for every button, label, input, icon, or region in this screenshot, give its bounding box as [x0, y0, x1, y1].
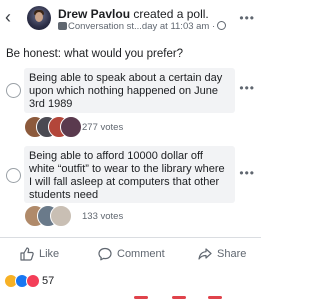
- thumbs-up-icon: [20, 247, 34, 261]
- author-name[interactable]: Drew Pavlou: [58, 7, 130, 21]
- poll-option-2[interactable]: Being able to afford 10000 dollar off wh…: [24, 146, 235, 203]
- group-name[interactable]: Conversation st...: [68, 21, 142, 32]
- post-header: ‹ Drew Pavlou created a poll. Conversati…: [0, 0, 261, 40]
- option-2-more-icon[interactable]: •••: [239, 167, 255, 179]
- divider: [0, 237, 261, 238]
- post-action-text: created a poll.: [130, 7, 209, 21]
- voter-avatar: [60, 116, 82, 138]
- globe-icon: [217, 21, 227, 30]
- comment-label: Comment: [117, 248, 165, 260]
- avatar[interactable]: [27, 6, 51, 30]
- poll-option-1[interactable]: Being able to speak about a certain day …: [24, 68, 235, 113]
- poll-option-1-voters[interactable]: [24, 116, 84, 138]
- comment-icon: [98, 247, 112, 261]
- poll-option-2-voters[interactable]: [24, 205, 76, 227]
- share-label: Share: [217, 248, 247, 260]
- like-button[interactable]: Like: [20, 247, 70, 261]
- next-post-edge: [0, 293, 261, 300]
- reaction-count[interactable]: 57: [42, 275, 54, 287]
- more-options-icon[interactable]: •••: [239, 12, 255, 24]
- love-icon: [26, 274, 40, 288]
- post-title: Drew Pavlou created a poll.: [58, 7, 209, 21]
- post-time[interactable]: day at 11:03 am: [142, 21, 209, 32]
- voter-avatar: [50, 205, 72, 227]
- comment-button[interactable]: Comment: [98, 247, 178, 261]
- poll-radio-1[interactable]: [6, 83, 21, 98]
- chevron-left-icon[interactable]: ‹: [5, 7, 11, 27]
- share-button[interactable]: Share: [198, 247, 258, 261]
- poll-radio-2[interactable]: [6, 168, 21, 183]
- share-icon: [198, 248, 212, 260]
- meta-separator: ·: [212, 21, 216, 32]
- option-1-more-icon[interactable]: •••: [239, 82, 255, 94]
- post-meta: Conversation st...day at 11:03 am ·: [58, 21, 227, 32]
- poll-option-1-votes[interactable]: 277 votes: [82, 122, 123, 133]
- poll-question: Be honest: what would you prefer?: [6, 48, 184, 60]
- poll-option-2-votes[interactable]: 133 votes: [82, 211, 123, 222]
- like-label: Like: [39, 248, 60, 260]
- group-icon: [58, 22, 67, 30]
